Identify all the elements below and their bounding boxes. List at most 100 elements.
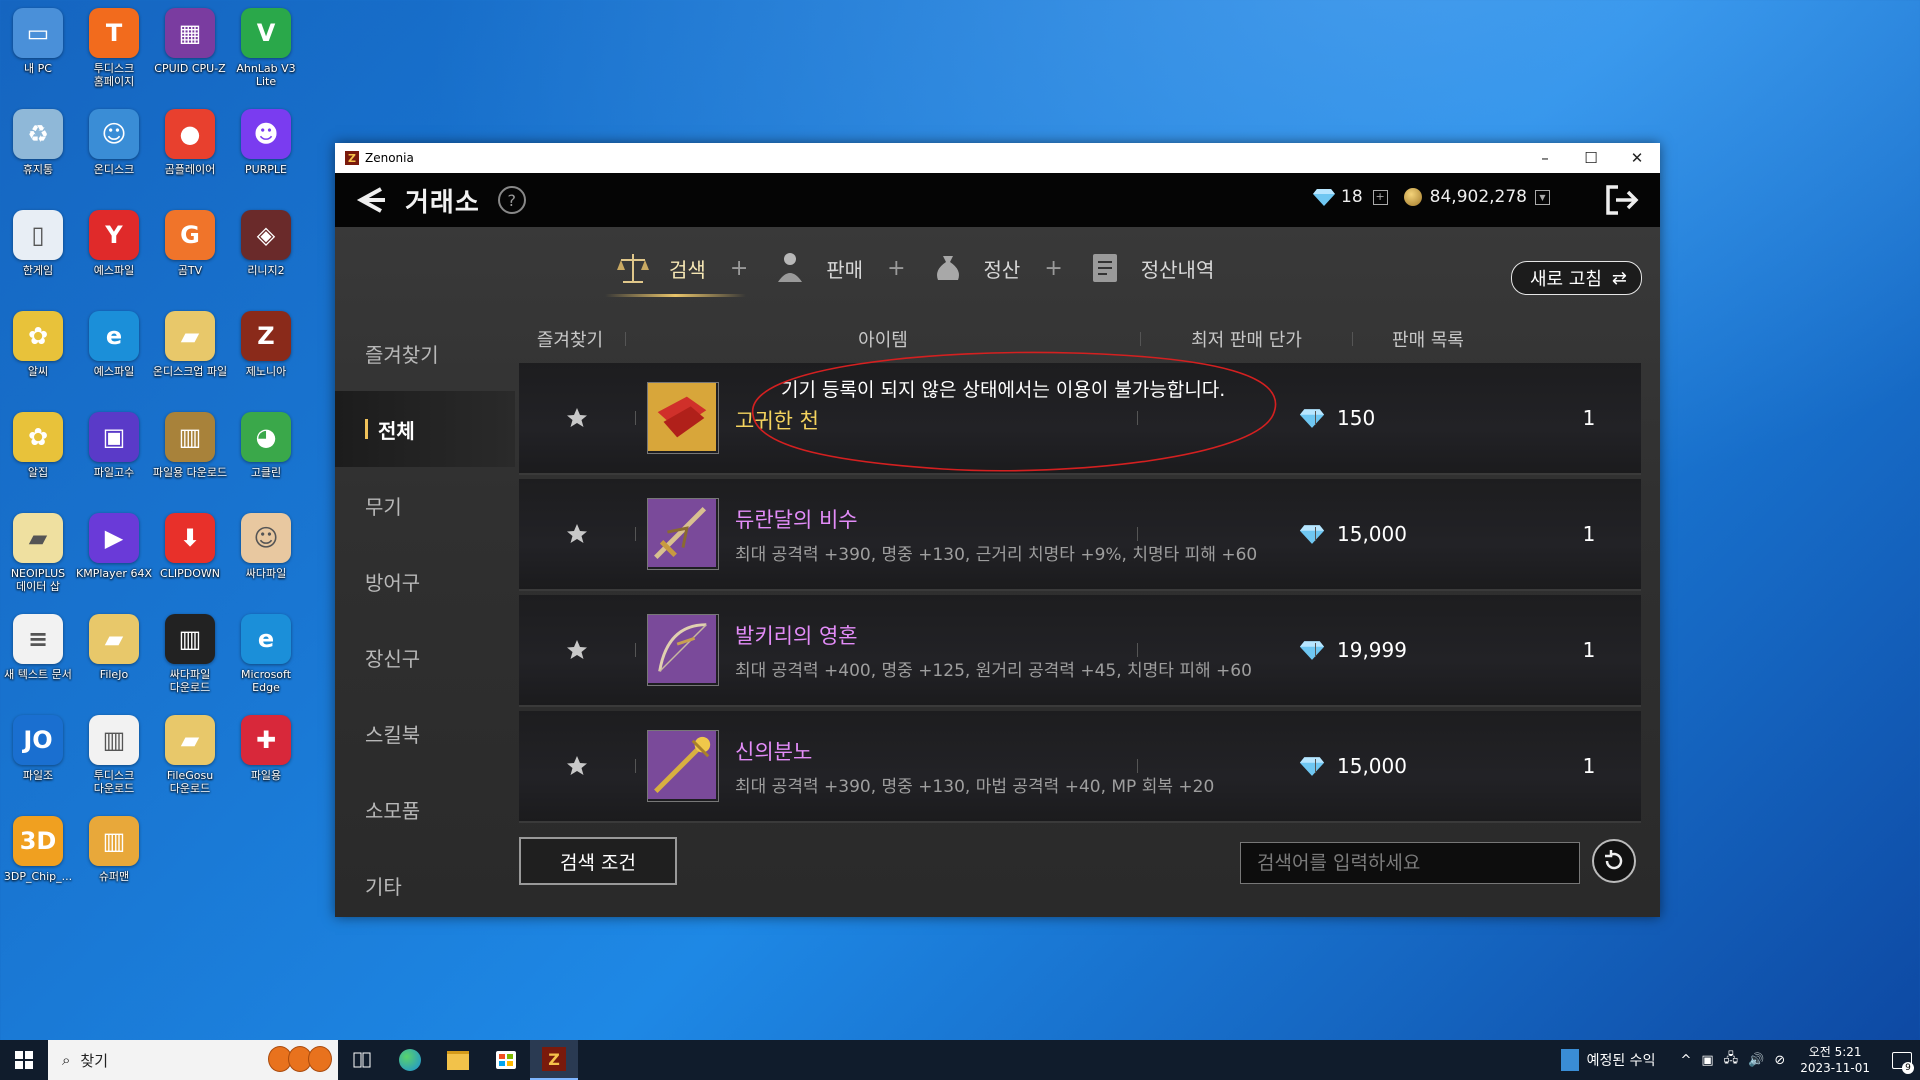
desktop-icon[interactable]: ♻ 휴지통 <box>0 105 76 201</box>
desktop-icon[interactable]: Z 제노니아 <box>228 307 304 403</box>
desktop-icon[interactable]: e 예스파일 <box>76 307 152 403</box>
desktop-icon[interactable]: ◕ 고클린 <box>228 408 304 504</box>
back-arrow-icon[interactable] <box>355 183 389 217</box>
reset-search-button[interactable] <box>1592 839 1636 883</box>
desktop-app-icon: ☻ <box>241 109 291 159</box>
search-condition-button[interactable]: 검색 조건 <box>519 837 677 885</box>
store-icon[interactable] <box>482 1040 530 1080</box>
desktop-icon-label: 예스파일 <box>93 365 135 378</box>
widget-text[interactable]: 예정된 수익 <box>1587 1050 1656 1070</box>
desktop-icon[interactable]: ✿ 알집 <box>0 408 76 504</box>
table-row[interactable]: 고귀한 천 150 1 기기 등록이 되지 않은 상태에서는 이용이 불가능합니다. <box>519 351 1641 475</box>
currency-dropdown-button[interactable]: ▼ <box>1535 189 1550 205</box>
item-description: 최대 공격력 +400, 명중 +125, 원거리 공격력 +45, 치명타 피… <box>735 660 1252 681</box>
exit-icon[interactable] <box>1604 183 1640 217</box>
desktop-icon[interactable]: ▶ KMPlayer 64X <box>76 509 152 605</box>
file-explorer-icon[interactable] <box>434 1040 482 1080</box>
add-gems-button[interactable]: + <box>1372 189 1388 205</box>
notification-icon[interactable]: 9 <box>1884 1040 1920 1080</box>
start-button[interactable] <box>0 1040 48 1080</box>
desktop-icon[interactable]: JO 파일조 <box>0 711 76 807</box>
tab-separator: + <box>729 255 749 281</box>
tab-sell[interactable]: 판매 <box>772 245 863 291</box>
window-titlebar[interactable]: Z Zenonia – ☐ ✕ <box>335 143 1660 173</box>
tab-search[interactable]: 검색 <box>605 245 746 297</box>
close-button[interactable]: ✕ <box>1614 143 1660 173</box>
help-icon[interactable]: ? <box>497 186 526 214</box>
edge-taskbar-icon[interactable] <box>386 1040 434 1080</box>
maximize-button[interactable]: ☐ <box>1568 143 1614 173</box>
widget-icon[interactable] <box>1560 1049 1579 1071</box>
desktop-icon[interactable]: ☻ PURPLE <box>228 105 304 201</box>
sidebar-item-1[interactable]: 무기 <box>335 467 515 543</box>
desktop-icon[interactable]: ▰ FileJo <box>76 610 152 706</box>
favorite-star-icon[interactable] <box>519 638 635 662</box>
sidebar-item-3[interactable]: 장신구 <box>335 619 515 695</box>
taskbar: ⌕ 찾기 Z 예정된 수익 ^ ▣ 🖧 🔊 ⊘ 오전 5:21 2023-11-… <box>0 1040 1920 1080</box>
desktop-icon[interactable]: ▦ CPUID CPU-Z <box>152 4 228 100</box>
favorite-star-icon[interactable] <box>519 522 635 546</box>
table-row[interactable]: 발키리의 영혼 최대 공격력 +400, 명중 +125, 원거리 공격력 +45… <box>519 595 1641 707</box>
sidebar-item-5[interactable]: 소모품 <box>335 771 515 847</box>
desktop-icon[interactable]: ≡ 새 텍스트 문서 <box>0 610 76 706</box>
desktop-icon[interactable]: ◈ 리니지2 <box>228 206 304 302</box>
desktop-icon[interactable]: V AhnLab V3 Lite <box>228 4 304 100</box>
volume-icon[interactable]: 🔊 <box>1748 1053 1764 1068</box>
tab-settle[interactable]: 정산 <box>930 245 1020 291</box>
desktop-icon[interactable]: ✿ 알씨 <box>0 307 76 403</box>
column-favorite[interactable]: 즐겨찾기 <box>515 326 625 352</box>
tray-overflow-icon[interactable]: ^ <box>1680 1053 1691 1068</box>
desktop-icon[interactable]: ▥ 싸다파일 다운로드 <box>152 610 228 706</box>
search-input[interactable] <box>1240 842 1580 884</box>
task-view-icon[interactable] <box>338 1040 386 1080</box>
zenonia-taskbar-icon[interactable]: Z <box>530 1040 578 1080</box>
desktop-icon-label: 투디스크 홈페이지 <box>93 62 135 88</box>
desktop-icon[interactable]: ▰ NEOIPLUS 데이터 삽 <box>0 509 76 605</box>
desktop-icon[interactable]: ▰ 온디스크업 파일 <box>152 307 228 403</box>
desktop-icon[interactable]: 3D 3DP_Chip_... <box>0 812 76 908</box>
desktop-icon[interactable]: e Microsoft Edge <box>228 610 304 706</box>
desktop-icon[interactable]: ▥ 슈퍼맨 <box>76 812 152 908</box>
minimize-button[interactable]: – <box>1522 143 1568 173</box>
favorite-star-icon[interactable] <box>519 754 635 778</box>
sidebar-item-0[interactable]: 전체 <box>335 391 515 467</box>
desktop-icon[interactable]: ☺ 온디스크 <box>76 105 152 201</box>
desktop-icon-label: CLIPDOWN <box>160 567 220 580</box>
desktop-icon[interactable]: ▰ FileGosu 다운로드 <box>152 711 228 807</box>
desktop-icon[interactable]: ▥ 투디스크 다운로드 <box>76 711 152 807</box>
desktop-icon[interactable]: ▥ 파일용 다운로드 <box>152 408 228 504</box>
desktop-icon[interactable]: T 투디스크 홈페이지 <box>76 4 152 100</box>
desktop-icon[interactable]: G 곰TV <box>152 206 228 302</box>
meet-icon[interactable]: ▣ <box>1701 1053 1713 1068</box>
taskbar-search[interactable]: ⌕ 찾기 <box>48 1040 338 1080</box>
gold-amount: 84,902,278 <box>1429 187 1527 207</box>
desktop-icon[interactable]: ● 곰플레이어 <box>152 105 228 201</box>
network-icon[interactable]: 🖧 <box>1724 1049 1739 1071</box>
desktop-icon[interactable]: ▣ 파일고수 <box>76 408 152 504</box>
column-divider <box>635 411 636 425</box>
desktop-icon[interactable]: ⬇ CLIPDOWN <box>152 509 228 605</box>
favorite-star-icon[interactable] <box>519 406 635 430</box>
desktop-icon[interactable]: ▯ 한게임 <box>0 206 76 302</box>
item-thumbnail <box>647 382 719 454</box>
refresh-button-label: 새로 고침 <box>1529 269 1602 290</box>
gem-count: 18 <box>1341 187 1363 207</box>
status-icon[interactable]: ⊘ <box>1774 1053 1785 1068</box>
sidebar-item-4[interactable]: 스킬북 <box>335 695 515 771</box>
desktop-icon-label: AhnLab V3 Lite <box>236 62 296 88</box>
table-row[interactable]: 듀란달의 비수 최대 공격력 +390, 명중 +130, 근거리 치명타 +9%… <box>519 479 1641 591</box>
sidebar-item-favorites[interactable]: 즐겨찾기 <box>335 315 515 391</box>
sidebar-item-2[interactable]: 방어구 <box>335 543 515 619</box>
refresh-button[interactable]: 새로 고침 ⇄ <box>1510 261 1642 295</box>
tab-settle-history[interactable]: 정산내역 <box>1087 245 1215 291</box>
price-value: 15,000 <box>1337 522 1407 546</box>
clock[interactable]: 오전 5:21 2023-11-01 <box>1800 1044 1870 1076</box>
sidebar-item-6[interactable]: 기타 <box>335 847 515 923</box>
desktop-icon-label: CPUID CPU-Z <box>154 62 226 75</box>
tab-settle-history-label: 정산내역 <box>1140 257 1215 282</box>
desktop-icon[interactable]: ▭ 내 PC <box>0 4 76 100</box>
desktop-icon[interactable]: Y 예스파일 <box>76 206 152 302</box>
desktop-icon[interactable]: ☺ 싸다파일 <box>228 509 304 605</box>
desktop-icon[interactable]: ✚ 파일용 <box>228 711 304 807</box>
table-row[interactable]: 신의분노 최대 공격력 +390, 명중 +130, 마법 공격력 +40, MP… <box>519 711 1641 823</box>
